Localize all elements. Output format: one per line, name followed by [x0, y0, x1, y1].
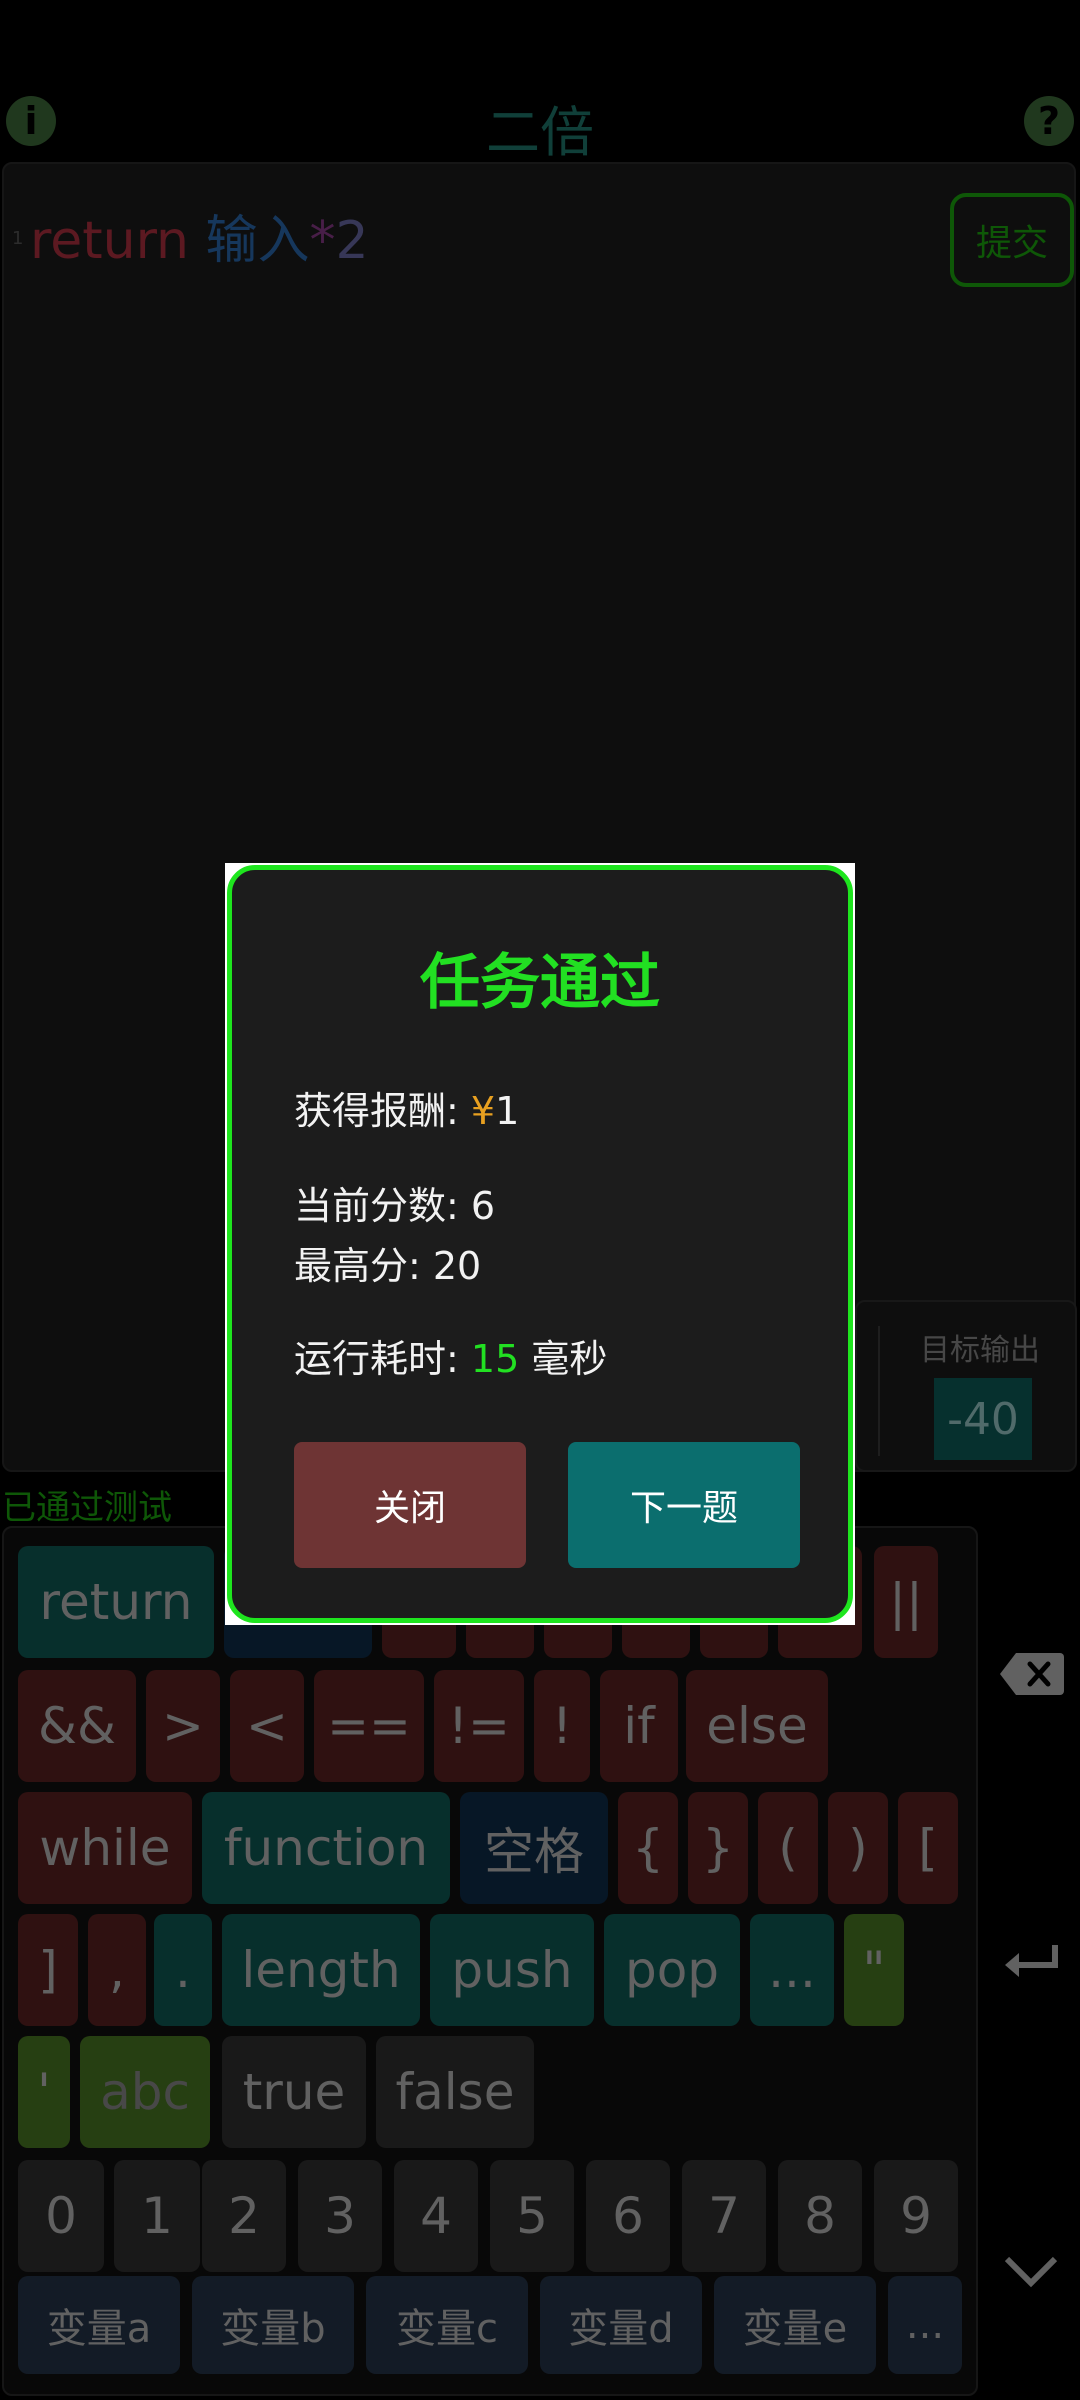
- output-divider: [878, 1326, 880, 1456]
- key-greater[interactable]: >: [146, 1670, 220, 1782]
- current-score: 当前分数: 6: [294, 1184, 496, 1228]
- key-digit-0[interactable]: 0: [18, 2160, 104, 2272]
- dialog-title: 任务通过: [420, 948, 660, 1018]
- key-digit-9[interactable]: 9: [874, 2160, 958, 2272]
- dialog-panel: 任务通过 获得报酬: ¥1 当前分数: 6 最高分: 20 运行耗时: 15 毫…: [227, 865, 853, 1623]
- key-and[interactable]: &&: [18, 1670, 136, 1782]
- key-not-equals[interactable]: !=: [434, 1670, 524, 1782]
- key-function[interactable]: function: [202, 1792, 450, 1904]
- key-abc[interactable]: abc: [80, 2036, 210, 2148]
- task-passed-dialog: 任务通过 获得报酬: ¥1 当前分数: 6 最高分: 20 运行耗时: 15 毫…: [225, 863, 855, 1625]
- code-line[interactable]: return 输入*2: [30, 198, 369, 273]
- help-icon[interactable]: ?: [1024, 96, 1074, 146]
- key-left-paren[interactable]: (: [758, 1792, 818, 1904]
- key-digit-8[interactable]: 8: [778, 2160, 862, 2272]
- key-variable-e[interactable]: 变量e: [714, 2276, 876, 2374]
- submit-button[interactable]: 提交: [950, 193, 1074, 287]
- key-spread[interactable]: ...: [750, 1914, 834, 2026]
- key-return[interactable]: return: [18, 1546, 214, 1658]
- key-or[interactable]: ||: [874, 1546, 938, 1658]
- enter-icon[interactable]: [996, 1934, 1066, 1999]
- key-digit-6[interactable]: 6: [586, 2160, 670, 2272]
- key-variable-more[interactable]: ...: [888, 2276, 962, 2374]
- key-digit-2[interactable]: 2: [202, 2160, 286, 2272]
- key-length[interactable]: length: [222, 1914, 420, 2026]
- code-keyword: return: [30, 211, 189, 271]
- runtime-value: 15: [470, 1337, 520, 1381]
- close-button[interactable]: 关闭: [294, 1442, 526, 1568]
- key-single-quote[interactable]: ': [18, 2036, 70, 2148]
- key-digit-1[interactable]: 1: [114, 2160, 200, 2272]
- key-dot[interactable]: .: [154, 1914, 212, 2026]
- key-not[interactable]: !: [534, 1670, 590, 1782]
- key-if[interactable]: if: [600, 1670, 678, 1782]
- key-right-brace[interactable]: }: [688, 1792, 748, 1904]
- runtime-row: 运行耗时: 15 毫秒: [294, 1328, 607, 1383]
- high-score: 最高分: 20: [294, 1244, 482, 1288]
- reward-label: 获得报酬:: [294, 1089, 471, 1133]
- key-variable-c[interactable]: 变量c: [366, 2276, 528, 2374]
- key-digit-7[interactable]: 7: [682, 2160, 766, 2272]
- page-title: 二倍: [486, 101, 594, 164]
- key-equals[interactable]: ==: [314, 1670, 424, 1782]
- key-right-paren[interactable]: ): [828, 1792, 888, 1904]
- code-operator: *: [309, 211, 336, 271]
- yen-icon: ¥: [470, 1089, 496, 1133]
- key-less[interactable]: <: [230, 1670, 304, 1782]
- key-variable-a[interactable]: 变量a: [18, 2276, 180, 2374]
- key-variable-b[interactable]: 变量b: [192, 2276, 354, 2374]
- key-left-bracket[interactable]: [: [898, 1792, 958, 1904]
- key-digit-5[interactable]: 5: [490, 2160, 574, 2272]
- runtime-unit: 毫秒: [519, 1337, 608, 1381]
- code-variable: 输入: [205, 211, 310, 271]
- code-number: 2: [335, 211, 369, 271]
- key-comma[interactable]: ,: [88, 1914, 146, 2026]
- key-space[interactable]: 空格: [460, 1792, 608, 1904]
- key-variable-d[interactable]: 变量d: [540, 2276, 702, 2374]
- next-question-button[interactable]: 下一题: [568, 1442, 800, 1568]
- key-pop[interactable]: pop: [604, 1914, 740, 2026]
- target-output-value: -40: [934, 1378, 1032, 1460]
- key-double-quote[interactable]: ": [844, 1914, 904, 2026]
- reward-value: 1: [495, 1089, 520, 1133]
- key-digit-4[interactable]: 4: [394, 2160, 478, 2272]
- key-push[interactable]: push: [430, 1914, 594, 2026]
- passed-status: 已通过测试: [2, 1488, 172, 1528]
- key-digit-3[interactable]: 3: [298, 2160, 382, 2272]
- key-false[interactable]: false: [376, 2036, 534, 2148]
- key-left-brace[interactable]: {: [618, 1792, 678, 1904]
- chevron-down-icon[interactable]: [996, 2238, 1066, 2303]
- key-true[interactable]: true: [222, 2036, 366, 2148]
- backspace-icon[interactable]: [996, 1646, 1066, 1711]
- key-right-bracket[interactable]: ]: [18, 1914, 78, 2026]
- target-output-label: 目标输出: [920, 1333, 1040, 1368]
- runtime-label: 运行耗时:: [294, 1337, 471, 1381]
- key-while[interactable]: while: [18, 1792, 192, 1904]
- reward-row: 获得报酬: ¥1: [294, 1080, 519, 1135]
- line-number: 1: [12, 228, 24, 249]
- key-else[interactable]: else: [686, 1670, 828, 1782]
